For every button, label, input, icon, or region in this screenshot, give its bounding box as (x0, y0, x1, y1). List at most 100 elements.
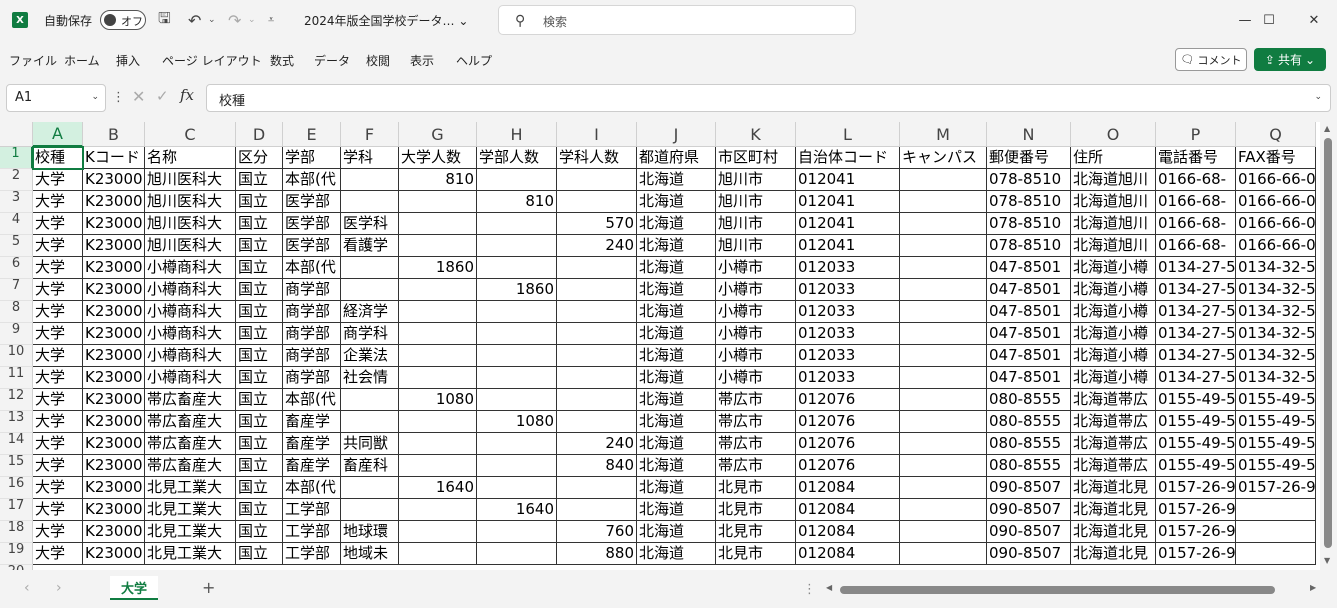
column-header[interactable]: G (399, 122, 477, 147)
table-cell[interactable]: 畜産学 (283, 455, 341, 477)
table-cell[interactable]: 北見市 (716, 543, 796, 565)
vertical-scrollbar[interactable]: ▲ ▼ (1320, 122, 1337, 570)
table-cell[interactable]: 大学 (33, 367, 83, 389)
table-cell[interactable]: 大学 (33, 323, 83, 345)
table-cell[interactable] (900, 257, 987, 279)
table-cell[interactable]: 小樽市 (716, 257, 796, 279)
table-cell[interactable]: 旭川医科大 (145, 169, 236, 191)
header-cell[interactable]: 市区町村 (716, 147, 796, 169)
tab-formulas[interactable]: 数式 (270, 52, 294, 69)
save-icon[interactable]: 🖫 (158, 0, 171, 40)
table-cell[interactable]: 商学部 (283, 345, 341, 367)
column-header[interactable]: M (900, 122, 987, 147)
table-cell[interactable]: K23000 (83, 521, 145, 543)
table-cell[interactable]: 240 (557, 433, 637, 455)
table-cell[interactable]: 0134-27-5 (1156, 279, 1236, 301)
table-cell[interactable]: K23000 (83, 169, 145, 191)
table-cell[interactable]: 国立 (236, 543, 283, 565)
table-cell[interactable] (557, 389, 637, 411)
table-cell[interactable]: 大学 (33, 235, 83, 257)
redo-dropdown-icon[interactable]: ⌄ (248, 0, 256, 40)
table-cell[interactable] (557, 477, 637, 499)
table-cell[interactable]: 0166-68- (1156, 235, 1236, 257)
column-header[interactable]: B (83, 122, 145, 147)
table-cell[interactable]: 看護学 (341, 235, 399, 257)
table-cell[interactable]: 012033 (796, 367, 900, 389)
table-cell[interactable]: 医学部 (283, 213, 341, 235)
table-cell[interactable] (900, 169, 987, 191)
table-cell[interactable]: 畜産学 (283, 433, 341, 455)
table-cell[interactable] (1236, 521, 1316, 543)
file-title[interactable]: 2024年版全国学校データ… ⌄ (304, 0, 468, 40)
header-cell[interactable]: 区分 (236, 147, 283, 169)
header-cell[interactable]: FAX番号 (1236, 147, 1316, 169)
table-cell[interactable]: 小樽商科大 (145, 345, 236, 367)
table-cell[interactable]: K23000 (83, 345, 145, 367)
header-cell[interactable]: 学部 (283, 147, 341, 169)
table-cell[interactable]: 080-8555 (987, 455, 1071, 477)
row-header[interactable]: 9 (0, 323, 33, 345)
column-header[interactable]: L (796, 122, 900, 147)
table-cell[interactable] (557, 499, 637, 521)
table-cell[interactable]: 0134-32-5 (1236, 323, 1316, 345)
table-cell[interactable]: 旭川医科大 (145, 213, 236, 235)
insert-function-icon[interactable]: fx (180, 86, 194, 104)
scroll-right-icon[interactable]: ▶ (1310, 583, 1316, 592)
table-cell[interactable]: 小樽商科大 (145, 367, 236, 389)
table-cell[interactable]: 国立 (236, 455, 283, 477)
table-cell[interactable]: 北海道帯広 (1071, 455, 1156, 477)
table-cell[interactable]: 国立 (236, 301, 283, 323)
table-cell[interactable] (477, 543, 557, 565)
table-cell[interactable] (399, 367, 477, 389)
table-cell[interactable]: 小樽市 (716, 279, 796, 301)
table-cell[interactable]: 小樽市 (716, 345, 796, 367)
header-cell[interactable]: 名称 (145, 147, 236, 169)
header-cell[interactable]: 学科人数 (557, 147, 637, 169)
table-cell[interactable] (900, 543, 987, 565)
table-cell[interactable]: 0134-32-5 (1236, 257, 1316, 279)
table-cell[interactable]: 012076 (796, 455, 900, 477)
table-cell[interactable]: 旭川市 (716, 191, 796, 213)
table-cell[interactable]: 078-8510 (987, 191, 1071, 213)
column-header[interactable]: D (236, 122, 283, 147)
table-cell[interactable]: 240 (557, 235, 637, 257)
more-options-icon[interactable]: ⋮ (112, 90, 125, 105)
row-header[interactable]: 1 (0, 147, 33, 169)
table-cell[interactable] (900, 323, 987, 345)
table-cell[interactable]: 国立 (236, 521, 283, 543)
formula-input[interactable]: 校種 ⌄ (206, 84, 1331, 112)
table-cell[interactable]: 本部(代 (283, 169, 341, 191)
table-cell[interactable]: 078-8510 (987, 169, 1071, 191)
table-cell[interactable]: 760 (557, 521, 637, 543)
table-cell[interactable]: 0166-66-0 (1236, 235, 1316, 257)
header-cell[interactable]: キャンパス (900, 147, 987, 169)
table-cell[interactable]: 北海道北見 (1071, 521, 1156, 543)
header-cell[interactable]: 学部人数 (477, 147, 557, 169)
table-cell[interactable]: K23000 (83, 191, 145, 213)
table-cell[interactable]: 大学 (33, 477, 83, 499)
table-cell[interactable]: 0155-49-5 (1156, 433, 1236, 455)
column-header[interactable]: P (1156, 122, 1236, 147)
table-cell[interactable]: 1860 (399, 257, 477, 279)
table-cell[interactable] (900, 345, 987, 367)
row-header[interactable]: 17 (0, 499, 33, 521)
table-cell[interactable]: 医学科 (341, 213, 399, 235)
table-cell[interactable]: 北海道小樽 (1071, 367, 1156, 389)
table-cell[interactable] (900, 191, 987, 213)
table-cell[interactable]: 047-8501 (987, 323, 1071, 345)
table-cell[interactable] (900, 301, 987, 323)
column-header[interactable]: A (33, 122, 83, 147)
row-header[interactable]: 15 (0, 455, 33, 477)
table-cell[interactable]: 北海道帯広 (1071, 433, 1156, 455)
table-cell[interactable]: 北海道小樽 (1071, 345, 1156, 367)
table-cell[interactable]: 012041 (796, 169, 900, 191)
table-cell[interactable]: 012041 (796, 213, 900, 235)
table-cell[interactable] (341, 499, 399, 521)
table-cell[interactable] (900, 235, 987, 257)
horizontal-scroll-thumb[interactable] (840, 586, 1275, 594)
table-cell[interactable] (341, 477, 399, 499)
table-cell[interactable]: 北海道 (637, 301, 716, 323)
table-cell[interactable]: 0134-27-5 (1156, 257, 1236, 279)
table-cell[interactable] (399, 433, 477, 455)
add-sheet-icon[interactable]: + (202, 578, 215, 597)
